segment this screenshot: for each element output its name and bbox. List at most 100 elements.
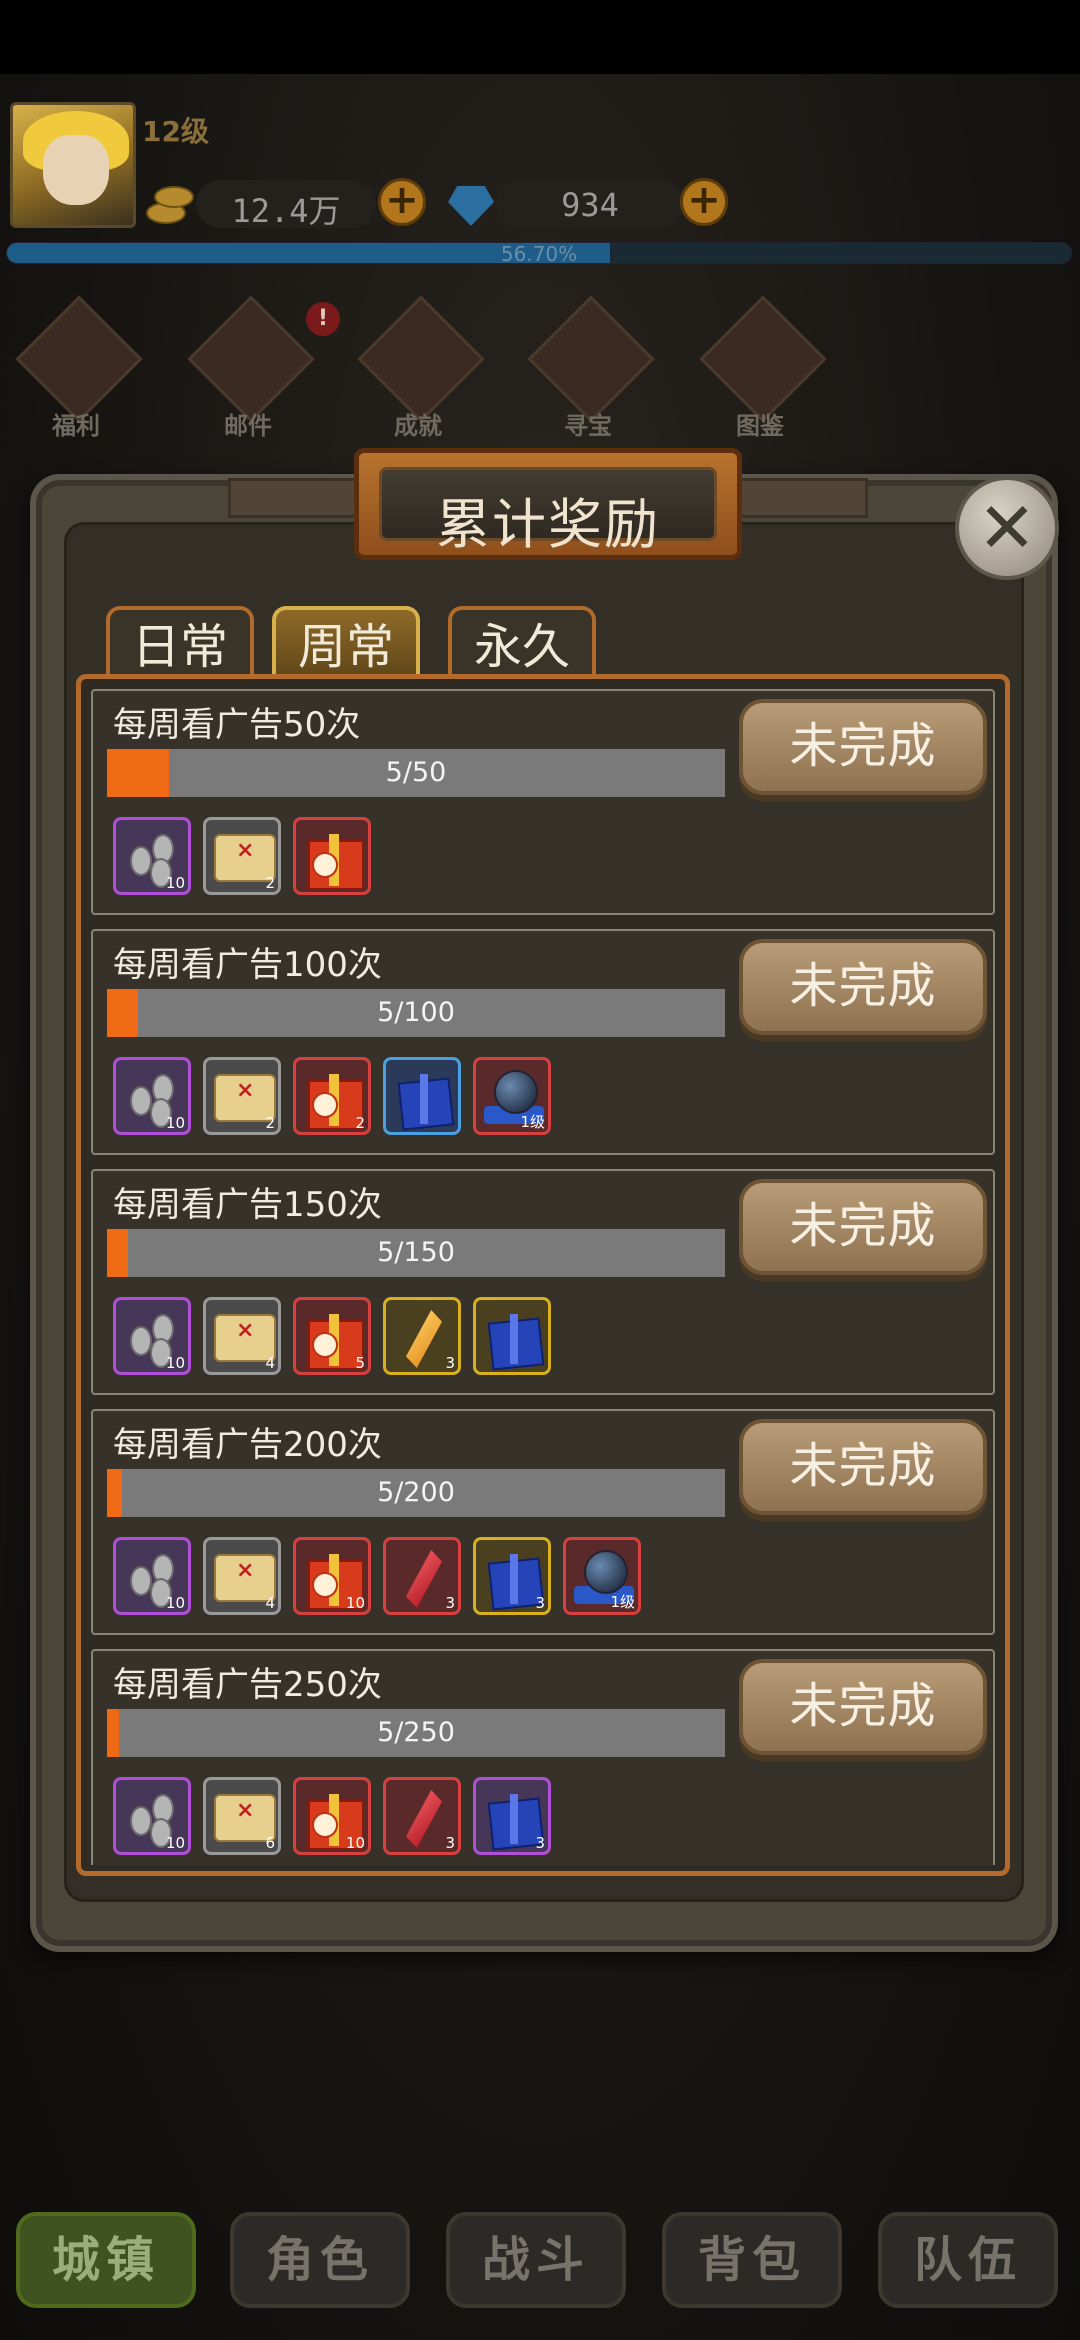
- seed-icon[interactable]: 10: [113, 1297, 191, 1375]
- reward-quantity: 10: [165, 1354, 185, 1372]
- reward-quantity: 3: [535, 1834, 545, 1852]
- task-status-label: 未完成: [789, 1678, 937, 1734]
- avatar-face: [43, 135, 109, 205]
- task-status-label: 未完成: [789, 1438, 937, 1494]
- achievement-label: 成就: [394, 412, 442, 440]
- reward-quantity: 3: [535, 1594, 545, 1612]
- scroll-icon[interactable]: 6: [203, 1777, 281, 1855]
- treasure-button[interactable]: 寻宝: [527, 295, 655, 440]
- nav-battle-label: 战斗: [481, 2232, 590, 2288]
- task-progress-bar: 5/250: [107, 1709, 725, 1757]
- nav-character[interactable]: 角色: [230, 2212, 410, 2308]
- gift-box-icon[interactable]: 5: [293, 1297, 371, 1375]
- reward-quantity: 10: [165, 874, 185, 892]
- bottom-nav: 城镇 角色 战斗 背包 队伍: [0, 2212, 1080, 2312]
- welfare-label: 福利: [52, 412, 100, 440]
- exp-bar: 56.70%: [6, 242, 1072, 264]
- blue-box-icon[interactable]: [383, 1057, 461, 1135]
- task-row: 每周看广告200次 5/200 未完成 10 4 10 3 3 1级: [91, 1409, 995, 1635]
- title-board-inner: 累计奖励: [379, 467, 717, 556]
- reward-quantity: 3: [445, 1594, 455, 1612]
- tab-weekly[interactable]: 周常: [272, 606, 420, 682]
- nav-team[interactable]: 队伍: [878, 2212, 1058, 2308]
- task-status-button[interactable]: 未完成: [739, 1659, 987, 1755]
- gift-box-icon[interactable]: 10: [293, 1537, 371, 1615]
- codex-label: 图鉴: [736, 412, 784, 440]
- yellow-crystal-icon[interactable]: 3: [383, 1297, 461, 1375]
- blue-box-icon[interactable]: 3: [473, 1777, 551, 1855]
- red-crystal-icon[interactable]: 3: [383, 1537, 461, 1615]
- add-gem-button[interactable]: +: [680, 178, 728, 226]
- scroll-icon[interactable]: 2: [203, 817, 281, 895]
- add-gold-button[interactable]: +: [378, 178, 426, 226]
- nav-battle[interactable]: 战斗: [446, 2212, 626, 2308]
- tab-daily-label: 日常: [131, 619, 228, 675]
- reward-quantity: 1级: [520, 1113, 545, 1131]
- reward-quantity: 2: [265, 874, 275, 892]
- welfare-icon: [15, 295, 143, 423]
- task-progress-bar: 5/150: [107, 1229, 725, 1277]
- seed-icon[interactable]: 10: [113, 1537, 191, 1615]
- welfare-button[interactable]: 福利: [15, 295, 143, 440]
- treasure-chest-icon: [527, 295, 655, 423]
- reward-quantity: 10: [165, 1594, 185, 1612]
- title-board: 累计奖励: [354, 448, 742, 560]
- gift-box-icon[interactable]: [293, 817, 371, 895]
- nav-town[interactable]: 城镇: [16, 2212, 196, 2308]
- task-row: 每周看广告50次 5/50 未完成 10 2: [91, 689, 995, 915]
- red-crystal-icon[interactable]: 3: [383, 1777, 461, 1855]
- task-progress-text: 5/200: [377, 1477, 455, 1508]
- reward-quantity: 10: [165, 1114, 185, 1132]
- tab-permanent[interactable]: 永久: [448, 606, 596, 682]
- tab-permanent-label: 永久: [473, 619, 570, 675]
- task-status-button[interactable]: 未完成: [739, 1179, 987, 1275]
- task-row: 每周看广告100次 5/100 未完成 10 2 2 1级: [91, 929, 995, 1155]
- scroll-icon[interactable]: 4: [203, 1297, 281, 1375]
- orb-icon[interactable]: 1级: [563, 1537, 641, 1615]
- mail-button[interactable]: 邮件: [187, 295, 315, 440]
- gift-box-icon[interactable]: 2: [293, 1057, 371, 1135]
- notification-badge-icon: !: [306, 302, 340, 336]
- scroll-icon[interactable]: 4: [203, 1537, 281, 1615]
- reward-quantity: 4: [265, 1354, 275, 1372]
- dialog-title-plate: 累计奖励: [228, 448, 868, 560]
- nav-character-label: 角色: [265, 2232, 374, 2288]
- task-status-button[interactable]: 未完成: [739, 1419, 987, 1515]
- seed-icon[interactable]: 10: [113, 1057, 191, 1135]
- task-progress-text: 5/50: [385, 757, 447, 788]
- close-x-icon: ✕: [977, 487, 1037, 569]
- achievement-button[interactable]: 成就: [357, 295, 485, 440]
- orb-icon[interactable]: 1级: [473, 1057, 551, 1135]
- task-title: 每周看广告100次: [113, 945, 382, 985]
- reward-quantity: 10: [345, 1834, 365, 1852]
- task-status-button[interactable]: 未完成: [739, 699, 987, 795]
- blue-box-icon[interactable]: [473, 1297, 551, 1375]
- tab-daily[interactable]: 日常: [106, 606, 254, 682]
- task-title: 每周看广告250次: [113, 1665, 382, 1705]
- seed-icon[interactable]: 10: [113, 1777, 191, 1855]
- nav-bag[interactable]: 背包: [662, 2212, 842, 2308]
- gold-coin-icon: [140, 182, 200, 228]
- player-level: 12级: [142, 115, 209, 148]
- close-button[interactable]: ✕: [955, 476, 1059, 580]
- gem-value: 934: [561, 186, 619, 224]
- player-avatar[interactable]: [10, 102, 136, 228]
- seed-icon[interactable]: 10: [113, 817, 191, 895]
- task-list[interactable]: 每周看广告50次 5/50 未完成 10 2 每周看广告100次 5/100 未完…: [91, 689, 995, 1865]
- task-progress-text: 5/100: [377, 997, 455, 1028]
- codex-button[interactable]: 图鉴: [699, 295, 827, 440]
- reward-quantity: 10: [345, 1594, 365, 1612]
- task-progress-bar: 5/50: [107, 749, 725, 797]
- reward-quantity: 6: [265, 1834, 275, 1852]
- dialog-title: 累计奖励: [436, 493, 660, 556]
- reward-quantity: 4: [265, 1594, 275, 1612]
- gem-display: 934: [496, 180, 684, 228]
- task-row: 每周看广告250次 5/250 未完成 10 6 10 3 3: [91, 1649, 995, 1865]
- task-status-button[interactable]: 未完成: [739, 939, 987, 1035]
- gift-box-icon[interactable]: 10: [293, 1777, 371, 1855]
- task-progress-text: 5/250: [377, 1717, 455, 1748]
- reward-quantity: 2: [355, 1114, 365, 1132]
- treasure-label: 寻宝: [564, 412, 612, 440]
- blue-box-icon[interactable]: 3: [473, 1537, 551, 1615]
- scroll-icon[interactable]: 2: [203, 1057, 281, 1135]
